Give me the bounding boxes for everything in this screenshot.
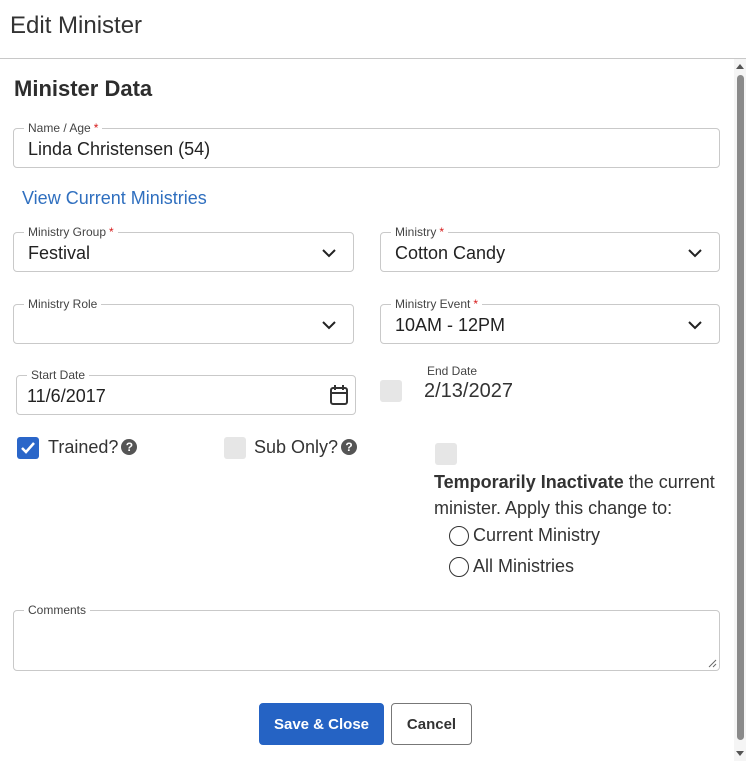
end-date-label: End Date: [427, 364, 478, 378]
ministry-role-label: Ministry Role: [24, 297, 102, 311]
ministry-event-select[interactable]: Ministry Event * 10AM - 12PM: [380, 297, 720, 344]
ministry-role-select[interactable]: Ministry Role: [13, 297, 354, 344]
scroll-down-arrow-icon[interactable]: [736, 751, 744, 756]
scroll-up-arrow-icon[interactable]: [736, 64, 744, 69]
start-date-input[interactable]: Start Date 11/6/2017: [16, 368, 356, 415]
end-date-value: 2/13/2027: [424, 380, 513, 402]
dialog-title: Edit Minister: [10, 12, 143, 39]
chevron-down-icon: [322, 321, 336, 330]
comments-textarea[interactable]: Comments: [13, 603, 720, 671]
ministry-event-label: Ministry Event *: [391, 297, 483, 311]
title-divider: [0, 58, 746, 59]
ministry-label: Ministry *: [391, 225, 449, 239]
save-close-button[interactable]: Save & Close: [259, 703, 384, 745]
start-date-label: Start Date: [27, 368, 90, 382]
name-age-label: Name / Age *: [24, 121, 103, 135]
name-age-value: Linda Christensen (54): [28, 139, 211, 159]
calendar-icon[interactable]: [329, 384, 349, 406]
trained-label: Trained?: [48, 437, 119, 457]
resize-handle-icon[interactable]: [707, 658, 717, 668]
view-current-ministries-link[interactable]: View Current Ministries: [22, 188, 207, 209]
chevron-down-icon: [322, 249, 336, 258]
vertical-scrollbar[interactable]: [734, 59, 746, 761]
scroll-thumb[interactable]: [737, 75, 744, 740]
chevron-down-icon: [688, 249, 702, 258]
radio-current-ministry[interactable]: [449, 526, 469, 546]
inactivate-bold-text: Temporarily Inactivate: [434, 472, 624, 492]
trained-label-group: Trained??: [48, 437, 138, 458]
cancel-button[interactable]: Cancel: [391, 703, 472, 745]
comments-label: Comments: [24, 603, 91, 617]
radio-all-ministries[interactable]: [449, 557, 469, 577]
trained-checkbox[interactable]: [17, 437, 39, 459]
ministry-group-select[interactable]: Ministry Group * Festival: [13, 225, 354, 272]
ministry-event-value: 10AM - 12PM: [395, 315, 506, 335]
sub-only-label: Sub Only?: [254, 437, 339, 457]
ministry-select[interactable]: Ministry * Cotton Candy: [380, 225, 720, 272]
section-title: Minister Data: [14, 76, 153, 101]
radio-current-ministry-label: Current Ministry: [473, 525, 601, 545]
inactivate-description: Temporarily Inactivate the current minis…: [434, 469, 734, 521]
sub-only-label-group: Sub Only??: [254, 437, 358, 458]
ministry-group-label: Ministry Group *: [24, 225, 118, 239]
sub-only-checkbox[interactable]: [224, 437, 246, 459]
inactivate-checkbox[interactable]: [435, 443, 457, 465]
help-icon[interactable]: ?: [121, 439, 138, 455]
help-icon[interactable]: ?: [341, 439, 358, 455]
ministry-value: Cotton Candy: [395, 243, 506, 263]
name-age-field[interactable]: Name / Age * Linda Christensen (54): [13, 121, 720, 168]
ministry-group-value: Festival: [28, 243, 91, 263]
checkmark-icon: [21, 442, 35, 454]
chevron-down-icon: [688, 321, 702, 330]
end-date-checkbox[interactable]: [380, 380, 402, 402]
start-date-value: 11/6/2017: [27, 386, 106, 406]
radio-all-ministries-label: All Ministries: [473, 556, 575, 576]
